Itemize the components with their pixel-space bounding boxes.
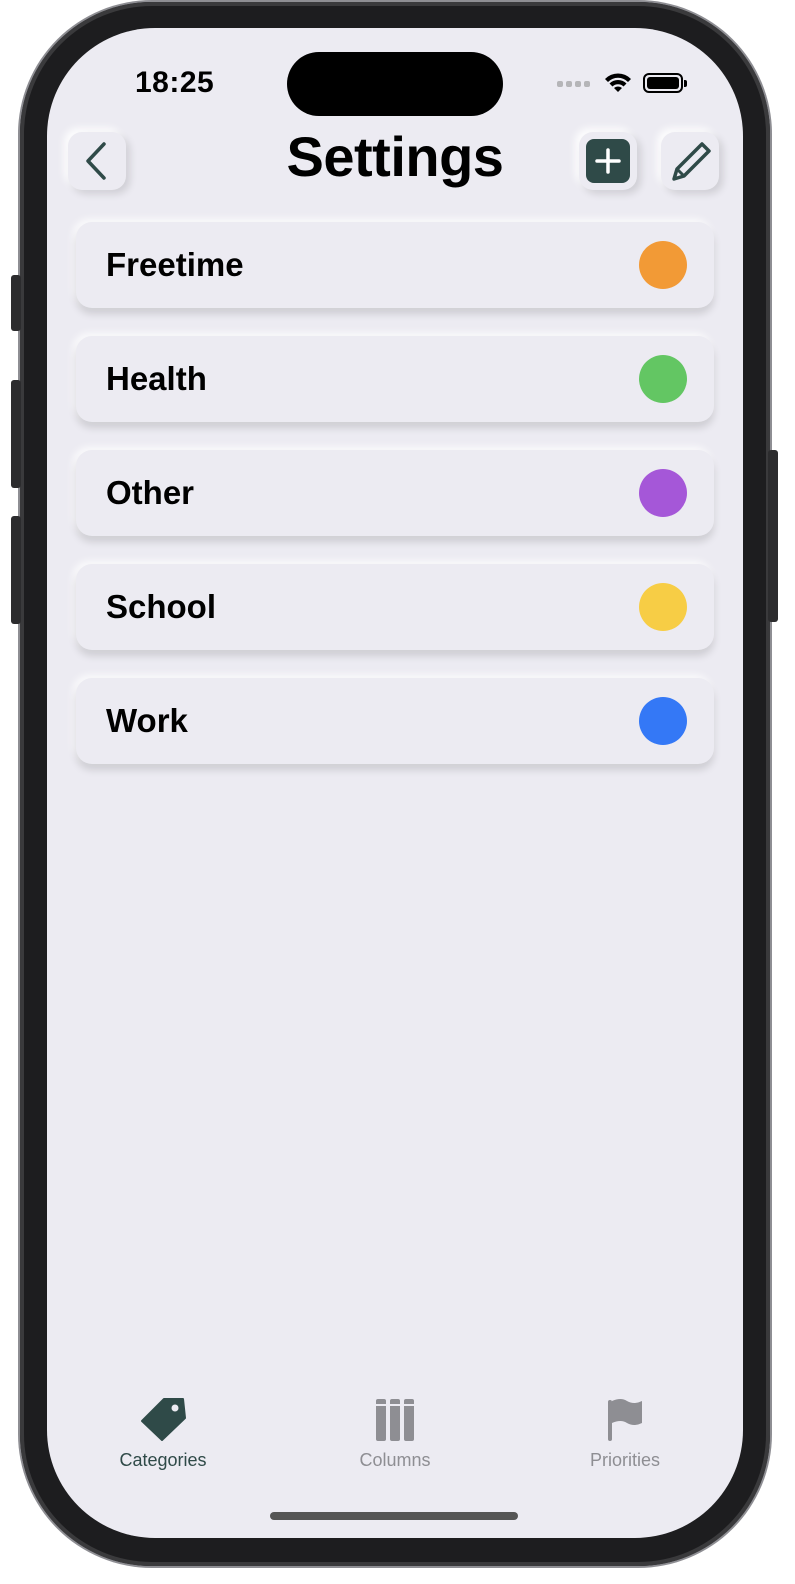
category-row-other[interactable]: Other (76, 450, 714, 536)
category-color-dot (639, 241, 687, 289)
screen: 18:25 Settings Freetime Health Other Sch… (47, 28, 743, 1538)
category-color-dot (639, 469, 687, 517)
category-label: Other (106, 474, 195, 511)
plus-icon (586, 139, 630, 183)
category-label: School (106, 588, 217, 625)
tab-label: Categories (119, 1450, 207, 1470)
category-row-freetime[interactable]: Freetime (76, 222, 714, 308)
battery-icon (643, 73, 687, 93)
add-button[interactable] (579, 132, 637, 190)
edit-button[interactable] (661, 132, 719, 190)
tab-bar: Categories Columns Priorities (47, 1394, 743, 1484)
tab-label: Columns (359, 1450, 431, 1470)
dynamic-island (287, 52, 503, 116)
category-label: Work (106, 702, 188, 739)
tag-icon (141, 1398, 186, 1441)
flag-icon (608, 1399, 642, 1441)
home-indicator[interactable] (270, 1512, 518, 1520)
category-color-dot (639, 583, 687, 631)
pencil-icon (672, 142, 711, 181)
columns-icon (376, 1399, 414, 1441)
cellular-icon (557, 74, 593, 92)
category-color-dot (639, 697, 687, 745)
page-title: Settings (286, 125, 504, 188)
power-button (768, 450, 778, 622)
silent-switch (11, 275, 21, 331)
tab-priorities[interactable]: Priorities (545, 1394, 705, 1471)
tab-columns[interactable]: Columns (315, 1394, 475, 1471)
category-row-work[interactable]: Work (76, 678, 714, 764)
category-row-school[interactable]: School (76, 564, 714, 650)
category-label: Health (106, 360, 207, 397)
category-label: Freetime (106, 246, 244, 283)
category-list: Freetime Health Other School Work (76, 222, 714, 792)
volume-down-button (11, 516, 21, 624)
category-color-dot (639, 355, 687, 403)
wifi-icon (605, 73, 631, 92)
status-icons (557, 72, 687, 94)
category-row-health[interactable]: Health (76, 336, 714, 422)
volume-up-button (11, 380, 21, 488)
tab-label: Priorities (589, 1450, 660, 1470)
status-time: 18:25 (135, 66, 215, 99)
tab-categories[interactable]: Categories (83, 1394, 243, 1471)
